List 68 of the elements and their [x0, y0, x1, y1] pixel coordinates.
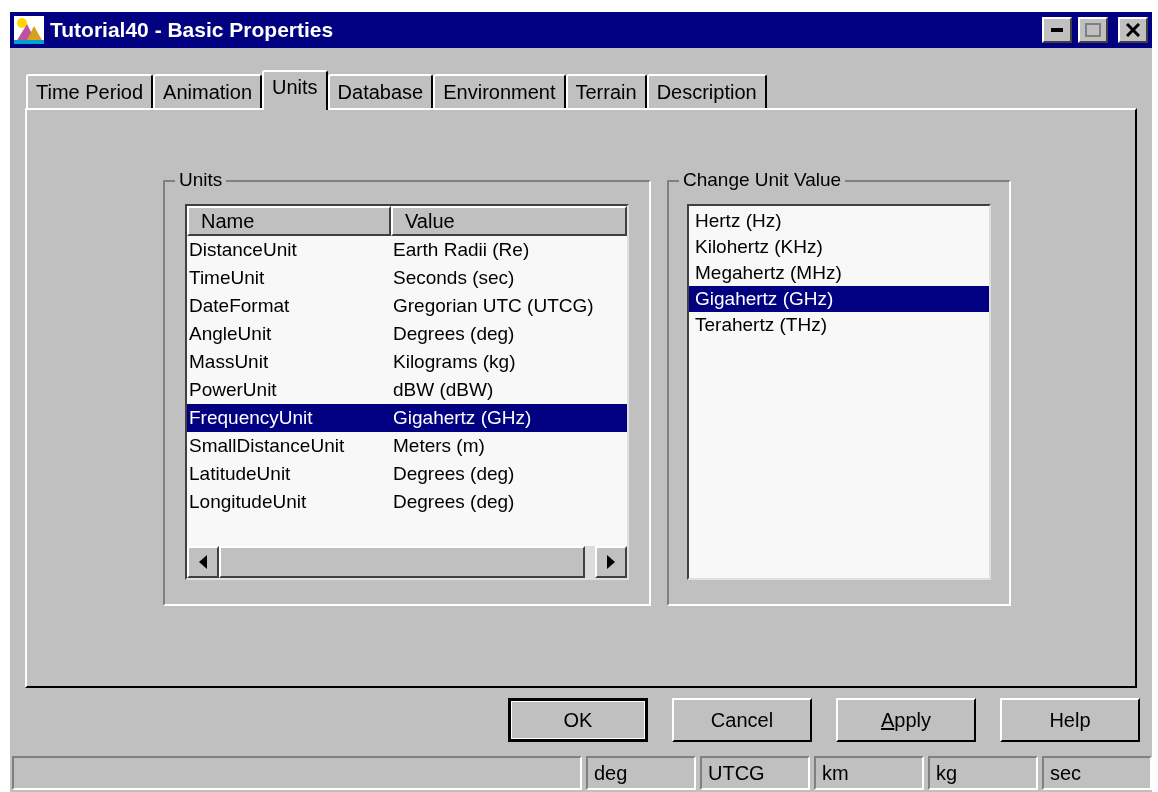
table-cell-text: SmallDistanceUnit: [188, 433, 346, 458]
table-row[interactable]: LatitudeUnit Degrees (deg): [187, 460, 627, 488]
table-cell-text: Seconds (sec): [392, 265, 515, 290]
status-pane: km: [814, 756, 924, 790]
table-row[interactable]: AngleUnit Degrees (deg): [187, 320, 627, 348]
status-pane: deg: [586, 756, 696, 790]
scroll-left-button[interactable]: [187, 546, 219, 578]
table-cell-text: DateFormat: [188, 293, 291, 318]
table-cell-text: FrequencyUnit: [188, 405, 314, 430]
horizontal-scrollbar[interactable]: [187, 546, 627, 578]
tab[interactable]: Units: [262, 70, 328, 110]
app-icon: [14, 16, 44, 44]
table-cell-text: Degrees (deg): [392, 321, 515, 346]
scroll-thumb[interactable]: [219, 546, 585, 578]
list-item[interactable]: Terahertz (THz): [689, 312, 989, 338]
table-cell-text: Meters (m): [392, 433, 485, 458]
left-arrow-icon: [199, 555, 207, 569]
table-cell-text: PowerUnit: [188, 377, 278, 402]
table-cell-text: Gigahertz (GHz): [392, 405, 532, 430]
right-arrow-icon: [607, 555, 615, 569]
table-cell-text: AngleUnit: [188, 321, 273, 346]
maximize-button[interactable]: [1078, 17, 1108, 43]
status-pane: sec: [1042, 756, 1152, 790]
table-cell-text: dBW (dBW): [392, 377, 494, 402]
table-row[interactable]: LongitudeUnit Degrees (deg): [187, 488, 627, 516]
list-item[interactable]: Hertz (Hz): [689, 208, 989, 234]
maximize-icon: [1085, 23, 1101, 37]
list-item[interactable]: Megahertz (MHz): [689, 260, 989, 286]
table-cell-text: TimeUnit: [188, 265, 266, 290]
status-pane: UTCG: [700, 756, 810, 790]
table-cell-text: LongitudeUnit: [188, 489, 308, 514]
table-row[interactable]: MassUnit Kilograms (kg): [187, 348, 627, 376]
table-row[interactable]: SmallDistanceUnit Meters (m): [187, 432, 627, 460]
dialog-button[interactable]: OK: [508, 698, 648, 742]
tab[interactable]: Environment: [433, 74, 566, 108]
tab[interactable]: Animation: [153, 74, 262, 108]
list-item[interactable]: Gigahertz (GHz): [689, 286, 989, 312]
table-row[interactable]: FrequencyUnit Gigahertz (GHz): [187, 404, 627, 432]
table-cell-text: Earth Radii (Re): [392, 237, 530, 262]
table-cell-text: Degrees (deg): [392, 461, 515, 486]
minimize-icon: [1051, 28, 1063, 32]
tab[interactable]: Description: [646, 74, 767, 108]
window-title: Tutorial40 - Basic Properties: [50, 17, 335, 44]
column-header[interactable]: Name: [187, 206, 391, 236]
scroll-track[interactable]: [585, 546, 595, 578]
close-icon: [1126, 23, 1140, 37]
table-cell-text: MassUnit: [188, 349, 270, 374]
status-pane: kg: [928, 756, 1038, 790]
dialog-button[interactable]: Help: [1000, 698, 1140, 742]
table-row[interactable]: PowerUnit dBW (dBW): [187, 376, 627, 404]
table-cell-text: Degrees (deg): [392, 489, 515, 514]
table-cell-text: DistanceUnit: [188, 237, 298, 262]
tab[interactable]: Time Period: [26, 74, 154, 108]
dialog-button[interactable]: Cancel: [672, 698, 812, 742]
scroll-right-button[interactable]: [595, 546, 627, 578]
table-cell-text: Gregorian UTC (UTCG): [392, 293, 594, 318]
dialog-button[interactable]: Apply: [836, 698, 976, 742]
list-item[interactable]: Kilohertz (KHz): [689, 234, 989, 260]
tab[interactable]: Terrain: [565, 74, 647, 108]
column-header[interactable]: Value: [391, 206, 627, 236]
table-row[interactable]: DistanceUnit Earth Radii (Re): [187, 236, 627, 264]
tab[interactable]: Database: [327, 74, 434, 108]
close-button[interactable]: [1118, 17, 1148, 43]
table-row[interactable]: TimeUnit Seconds (sec): [187, 264, 627, 292]
table-cell-text: Kilograms (kg): [392, 349, 516, 374]
table-cell-text: LatitudeUnit: [188, 461, 292, 486]
minimize-button[interactable]: [1042, 17, 1072, 43]
table-row[interactable]: DateFormat Gregorian UTC (UTCG): [187, 292, 627, 320]
